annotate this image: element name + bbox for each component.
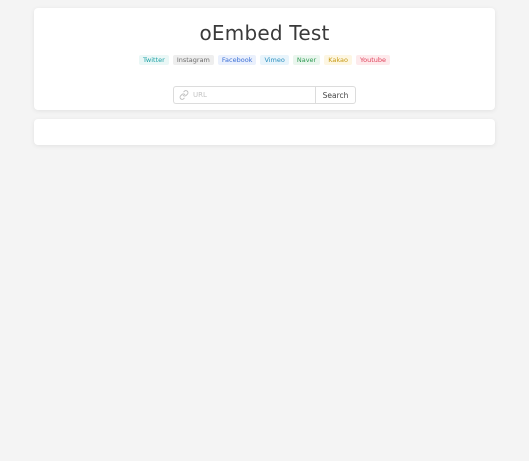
result-card [34,119,495,145]
tag-twitter[interactable]: Twitter [139,55,169,65]
tag-instagram[interactable]: Instagram [172,55,214,65]
provider-tags: Twitter Instagram Facebook Vimeo Naver K… [34,55,495,65]
url-field [173,86,315,104]
search-button[interactable]: Search [315,86,356,104]
main-card: oEmbed Test Twitter Instagram Facebook V… [34,8,495,110]
tag-facebook[interactable]: Facebook [217,55,257,65]
url-input[interactable] [193,87,311,103]
search-form: Search [173,86,356,104]
tag-kakao[interactable]: Kakao [324,55,352,65]
tag-vimeo[interactable]: Vimeo [260,55,289,65]
tag-naver[interactable]: Naver [292,55,321,65]
link-icon [179,90,189,100]
page-title: oEmbed Test [199,21,330,45]
tag-youtube[interactable]: Youtube [355,55,390,65]
